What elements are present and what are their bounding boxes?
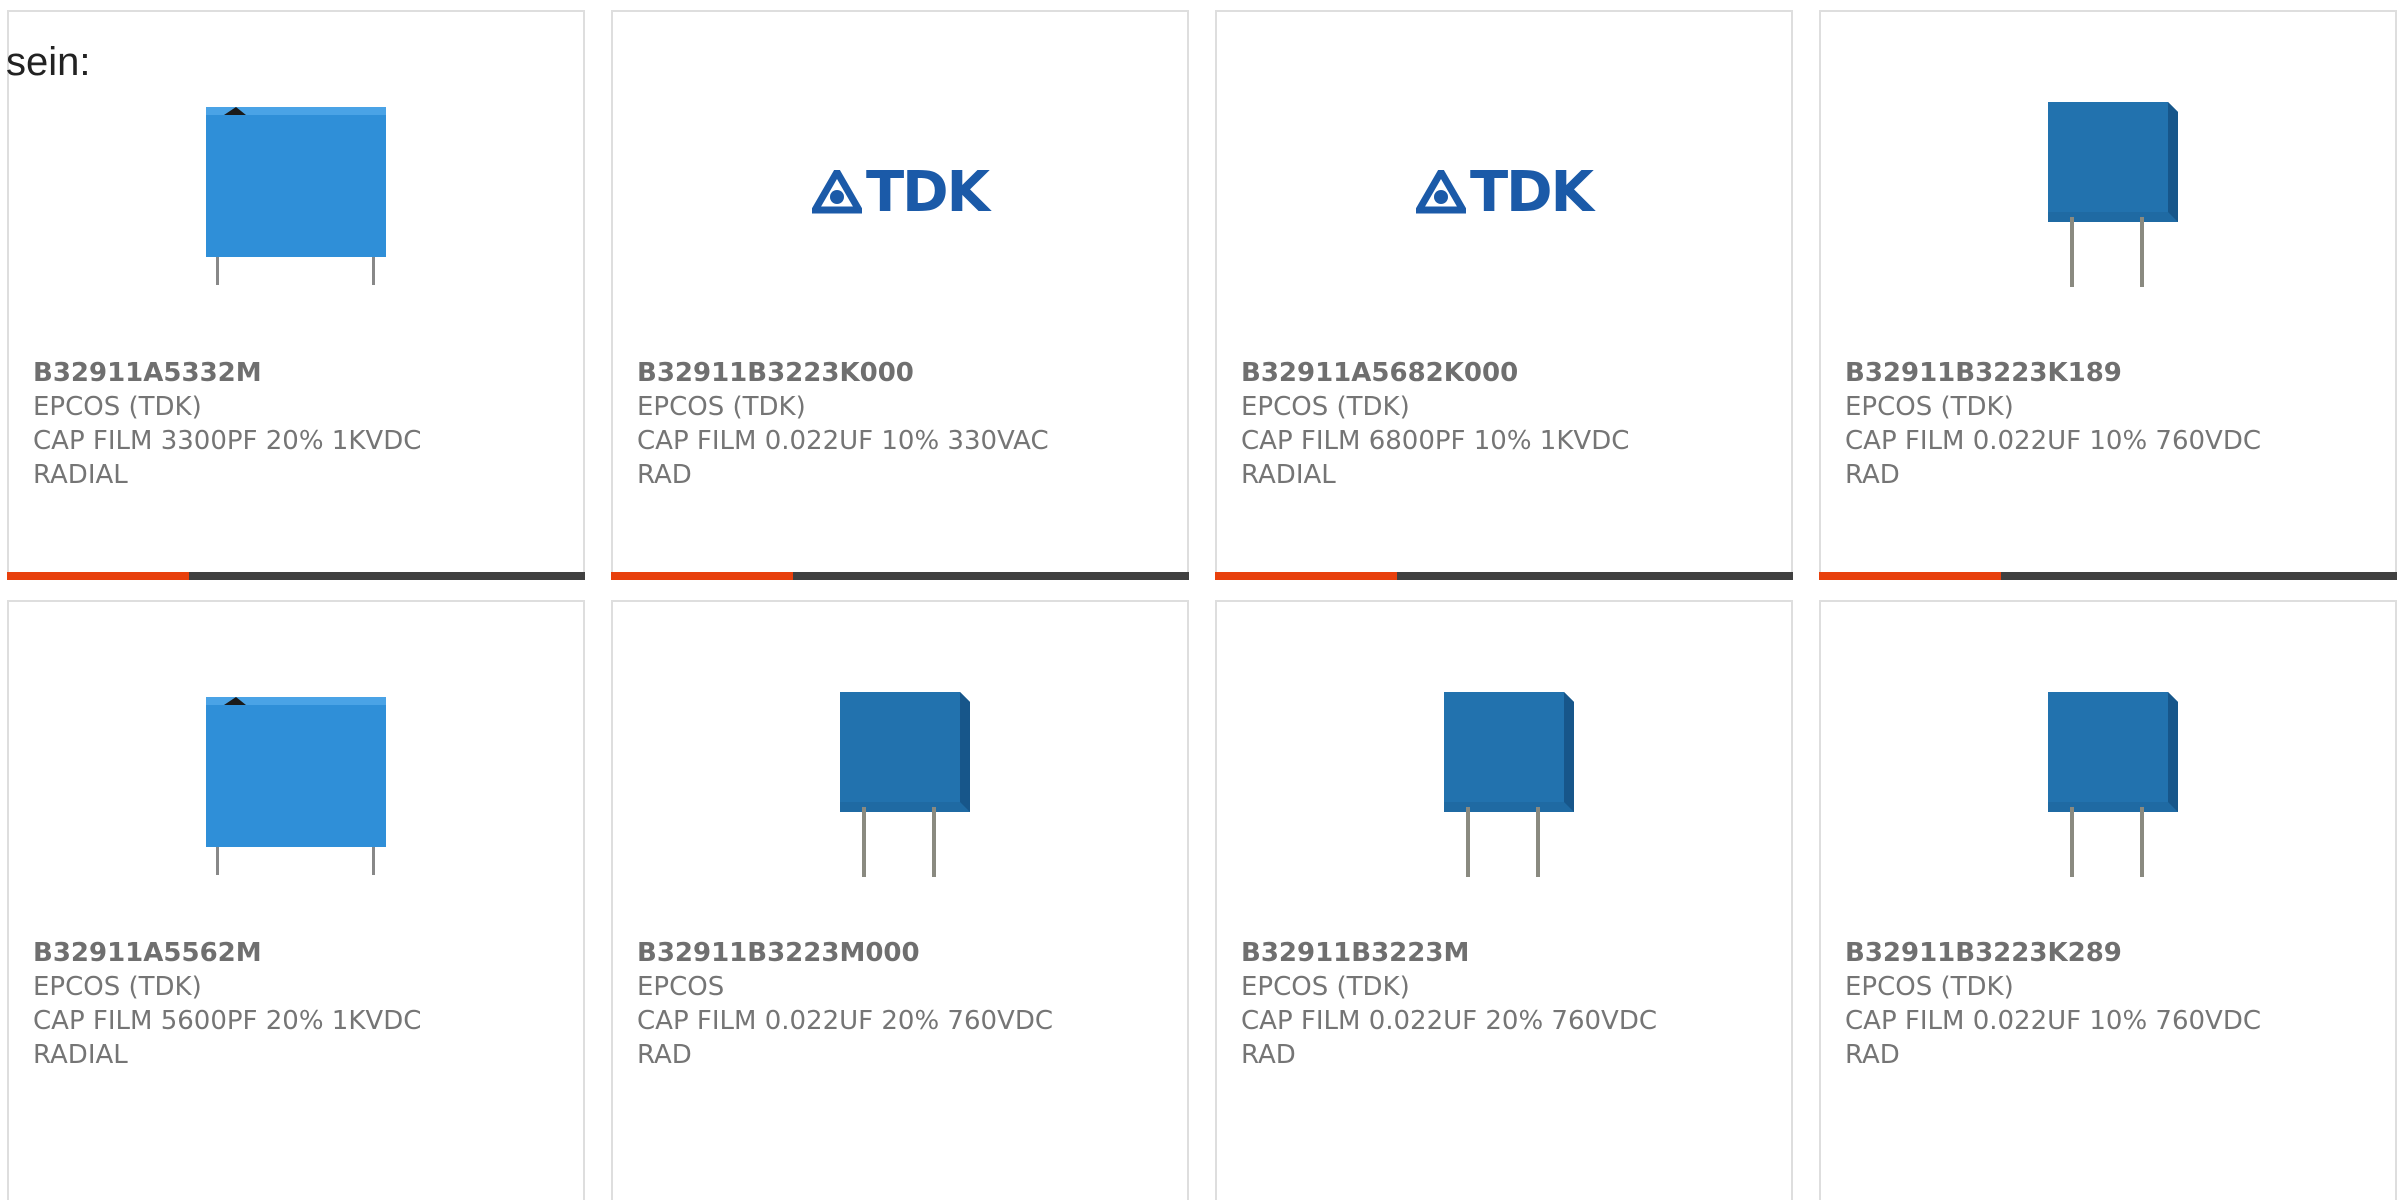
product-image-capacitor[interactable]	[1821, 72, 2395, 312]
tdk-logo-text: TDK	[1469, 159, 1594, 225]
part-number[interactable]: B32911B3223M000	[637, 936, 1167, 970]
manufacturer: EPCOS	[637, 972, 725, 1002]
product-image-capacitor[interactable]	[9, 72, 583, 312]
part-number[interactable]: B32911B3223K289	[1845, 936, 2375, 970]
product-card[interactable]: B32911A5562M EPCOS (TDK) CAP FILM 5600PF…	[7, 600, 585, 1200]
card-accent-bar	[1819, 572, 2397, 580]
description: CAP FILM 0.022UF 10% 760VDC	[1845, 1006, 2262, 1036]
product-image-logo[interactable]: TDK	[613, 72, 1187, 312]
part-number[interactable]: B32911B3223K000	[637, 356, 1167, 390]
part-number[interactable]: B32911A5682K000	[1241, 356, 1771, 390]
package: RAD	[1845, 460, 1900, 490]
package: RAD	[1241, 1040, 1296, 1070]
manufacturer: EPCOS (TDK)	[637, 392, 806, 422]
product-image-capacitor[interactable]	[613, 662, 1187, 902]
manufacturer: EPCOS (TDK)	[1845, 972, 2014, 1002]
card-accent-bar	[611, 572, 1189, 580]
card-accent-bar	[7, 572, 585, 580]
product-card[interactable]: TDK B32911A5682K000 EPCOS (TDK) CAP FILM…	[1215, 10, 1793, 580]
package: RADIAL	[33, 1040, 128, 1070]
package: RADIAL	[33, 460, 128, 490]
manufacturer: EPCOS (TDK)	[1845, 392, 2014, 422]
product-image-capacitor[interactable]	[1821, 662, 2395, 902]
description: CAP FILM 0.022UF 10% 760VDC	[1845, 426, 2262, 456]
manufacturer: EPCOS (TDK)	[1241, 972, 1410, 1002]
description: CAP FILM 0.022UF 20% 760VDC	[1241, 1006, 1658, 1036]
package: RAD	[1845, 1040, 1900, 1070]
product-card[interactable]: B32911A5332M EPCOS (TDK) CAP FILM 3300PF…	[7, 10, 585, 580]
product-card[interactable]: B32911B3223M EPCOS (TDK) CAP FILM 0.022U…	[1215, 600, 1793, 1200]
product-image-capacitor[interactable]	[1217, 662, 1791, 902]
description: CAP FILM 6800PF 10% 1KVDC	[1241, 426, 1630, 456]
part-number[interactable]: B32911B3223K189	[1845, 356, 2375, 390]
part-number[interactable]: B32911A5332M	[33, 356, 563, 390]
intro-text: sein:	[6, 40, 91, 84]
product-card[interactable]: B32911B3223K289 EPCOS (TDK) CAP FILM 0.0…	[1819, 600, 2397, 1200]
card-accent-bar	[1215, 572, 1793, 580]
product-card[interactable]: B32911B3223K189 EPCOS (TDK) CAP FILM 0.0…	[1819, 10, 2397, 580]
manufacturer: EPCOS (TDK)	[33, 392, 202, 422]
tdk-logo-icon	[1415, 170, 1466, 214]
product-card[interactable]: TDK B32911B3223K000 EPCOS (TDK) CAP FILM…	[611, 10, 1189, 580]
product-image-capacitor[interactable]	[9, 662, 583, 902]
product-grid: B32911A5332M EPCOS (TDK) CAP FILM 3300PF…	[0, 0, 2400, 1200]
part-number[interactable]: B32911A5562M	[33, 936, 563, 970]
product-image-logo[interactable]: TDK	[1217, 72, 1791, 312]
tdk-logo-text: TDK	[865, 159, 990, 225]
product-card[interactable]: B32911B3223M000 EPCOS CAP FILM 0.022UF 2…	[611, 600, 1189, 1200]
manufacturer: EPCOS (TDK)	[1241, 392, 1410, 422]
description: CAP FILM 3300PF 20% 1KVDC	[33, 426, 422, 456]
part-number[interactable]: B32911B3223M	[1241, 936, 1771, 970]
manufacturer: EPCOS (TDK)	[33, 972, 202, 1002]
tdk-logo-icon	[811, 170, 862, 214]
package: RAD	[637, 460, 692, 490]
package: RAD	[637, 1040, 692, 1070]
description: CAP FILM 5600PF 20% 1KVDC	[33, 1006, 422, 1036]
description: CAP FILM 0.022UF 20% 760VDC	[637, 1006, 1054, 1036]
description: CAP FILM 0.022UF 10% 330VAC	[637, 426, 1049, 456]
package: RADIAL	[1241, 460, 1336, 490]
